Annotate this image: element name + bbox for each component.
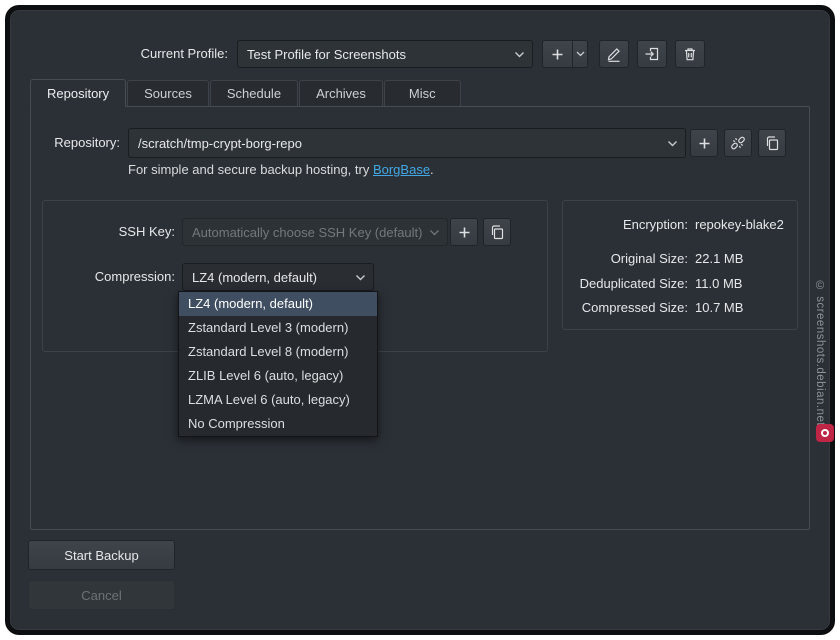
compression-option[interactable]: LZ4 (modern, default) xyxy=(179,292,377,316)
compressed-size-label: Compressed Size: xyxy=(572,300,688,315)
compression-option[interactable]: Zstandard Level 3 (modern) xyxy=(179,316,377,340)
watermark-logo-icon xyxy=(816,424,834,442)
add-profile-menu-button[interactable] xyxy=(572,41,587,67)
unlink-repo-button[interactable] xyxy=(724,129,752,157)
edit-icon xyxy=(606,46,622,62)
tab-sources[interactable]: Sources xyxy=(127,80,209,107)
add-repo-button[interactable] xyxy=(690,129,718,157)
add-profile-button[interactable] xyxy=(542,40,588,68)
tab-archives[interactable]: Archives xyxy=(299,80,383,107)
current-profile-label: Current Profile: xyxy=(40,40,228,68)
plus-icon xyxy=(543,41,572,67)
compression-label: Compression: xyxy=(60,263,175,291)
current-profile-select[interactable]: Test Profile for Screenshots xyxy=(237,40,533,68)
camera-lens-icon xyxy=(821,429,829,437)
repository-value: /scratch/tmp-crypt-borg-repo xyxy=(138,136,661,151)
copy-repo-button[interactable] xyxy=(758,129,786,157)
start-backup-button[interactable]: Start Backup xyxy=(28,540,175,570)
cancel-button[interactable]: Cancel xyxy=(28,580,175,610)
chevron-down-icon xyxy=(355,274,366,281)
encryption-label: Encryption: xyxy=(572,217,688,232)
tab-schedule[interactable]: Schedule xyxy=(210,80,298,107)
borgbase-link[interactable]: BorgBase xyxy=(373,162,430,177)
ssh-key-select[interactable]: Automatically choose SSH Key (default) xyxy=(182,218,448,246)
compression-option[interactable]: Zstandard Level 8 (modern) xyxy=(179,340,377,364)
borgbase-hint: For simple and secure backup hosting, tr… xyxy=(128,162,434,177)
tab-repository[interactable]: Repository xyxy=(30,79,126,107)
compression-dropdown: LZ4 (modern, default) Zstandard Level 3 … xyxy=(178,291,378,437)
import-profile-button[interactable] xyxy=(637,40,667,68)
original-size-value: 22.1 MB xyxy=(695,251,743,266)
chevron-down-icon xyxy=(429,229,440,236)
import-icon xyxy=(644,46,660,62)
hint-suffix: . xyxy=(430,162,434,177)
plus-icon xyxy=(458,226,471,239)
chevron-down-icon xyxy=(514,51,525,58)
ssh-key-label: SSH Key: xyxy=(60,218,175,246)
compression-select[interactable]: LZ4 (modern, default) xyxy=(182,263,374,291)
rename-profile-button[interactable] xyxy=(599,40,629,68)
deduplicated-size-label: Deduplicated Size: xyxy=(572,276,688,291)
trash-icon xyxy=(682,46,698,62)
compressed-size-value: 10.7 MB xyxy=(695,300,743,315)
repository-label: Repository: xyxy=(40,128,120,158)
delete-profile-button[interactable] xyxy=(675,40,705,68)
ssh-key-value: Automatically choose SSH Key (default) xyxy=(192,225,423,240)
copy-ssh-key-button[interactable] xyxy=(483,218,511,246)
compression-option[interactable]: ZLIB Level 6 (auto, legacy) xyxy=(179,364,377,388)
copy-icon xyxy=(764,135,780,151)
compression-option[interactable]: LZMA Level 6 (auto, legacy) xyxy=(179,388,377,412)
encryption-value: repokey-blake2 xyxy=(695,217,784,232)
watermark: © screenshots.debian.net xyxy=(814,280,826,426)
copy-icon xyxy=(489,224,505,240)
tab-misc[interactable]: Misc xyxy=(384,80,461,107)
current-profile-value: Test Profile for Screenshots xyxy=(247,47,508,62)
compression-value: LZ4 (modern, default) xyxy=(192,270,349,285)
chevron-down-icon xyxy=(667,140,678,147)
compression-option[interactable]: No Compression xyxy=(179,412,377,436)
deduplicated-size-value: 11.0 MB xyxy=(695,276,742,291)
hint-text: For simple and secure backup hosting, tr… xyxy=(128,162,373,177)
repository-select[interactable]: /scratch/tmp-crypt-borg-repo xyxy=(128,128,686,158)
tab-bar: Repository Sources Schedule Archives Mis… xyxy=(30,79,462,107)
add-ssh-key-button[interactable] xyxy=(450,218,478,246)
unlink-icon xyxy=(730,135,746,151)
plus-icon xyxy=(698,137,711,150)
original-size-label: Original Size: xyxy=(572,251,688,266)
